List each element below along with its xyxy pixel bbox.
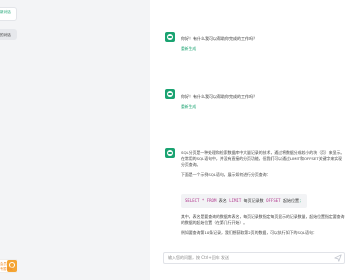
- answer-text: SQL分页是一种处理和检索数据库中大量记录的技术，通过将数据分成较小的块（页）来…: [181, 150, 345, 182]
- code-keyword: OFFSET: [266, 198, 281, 203]
- code-keyword: LIMIT: [229, 198, 242, 203]
- sidebar: 新对话 的对话 会员 专属特权: [0, 0, 150, 280]
- assistant-avatar-icon: [165, 89, 175, 99]
- chat-message: 你好！有什么我可以帮助你完成的工作吗？: [181, 94, 257, 99]
- answer-text-continued: 其中，表名是要查询的数据库表名，每页记录数指定每页显示的记录数量，起始位置指定要…: [181, 214, 345, 240]
- answer-paragraph: 下面是一个示例SQL语句，展示如何进行分页查询：: [181, 172, 271, 177]
- code-keyword: *: [201, 198, 205, 203]
- chat-message: 你好！有什么我可以帮助你完成的工作吗？: [181, 36, 257, 41]
- send-icon[interactable]: [334, 254, 342, 262]
- vip-subtitle[interactable]: 专属特权: [0, 266, 13, 271]
- code-punct: ;: [298, 198, 302, 203]
- answer-paragraph: 其中，表名是要查询的数据库表名，每页记录数指定每页显示的记录数量，起始位置指定要…: [181, 214, 345, 225]
- new-chat-label[interactable]: 新对话: [0, 10, 11, 15]
- code-text: 起始位置: [282, 198, 299, 203]
- assistant-avatar-icon: [165, 148, 175, 158]
- answer-paragraph: SQL分页是一种处理和检索数据库中大量记录的技术，通过将数据分成较小的块（页）来…: [181, 150, 345, 167]
- regenerate-link[interactable]: 重新生成: [181, 104, 196, 110]
- code-text: 每页记录数: [243, 198, 264, 203]
- message-input-placeholder: 输入您的问题，按 Ctrl+回车 发送: [168, 255, 230, 260]
- code-text: 表名: [218, 198, 227, 203]
- answer-paragraph: 例如要查询第10条记录，我们想获取第2页的数据，可以执行如下的SQL语句：: [181, 230, 317, 235]
- assistant-avatar-icon: [165, 32, 175, 42]
- code-keyword: FROM: [206, 198, 217, 203]
- code-keyword: SELECT: [185, 198, 200, 203]
- code-block: SELECT * FROM 表名 LIMIT 每页记录数 OFFSET 起始位置…: [181, 194, 307, 208]
- regenerate-link[interactable]: 重新生成: [181, 46, 196, 52]
- history-item-label[interactable]: 的对话: [0, 33, 11, 38]
